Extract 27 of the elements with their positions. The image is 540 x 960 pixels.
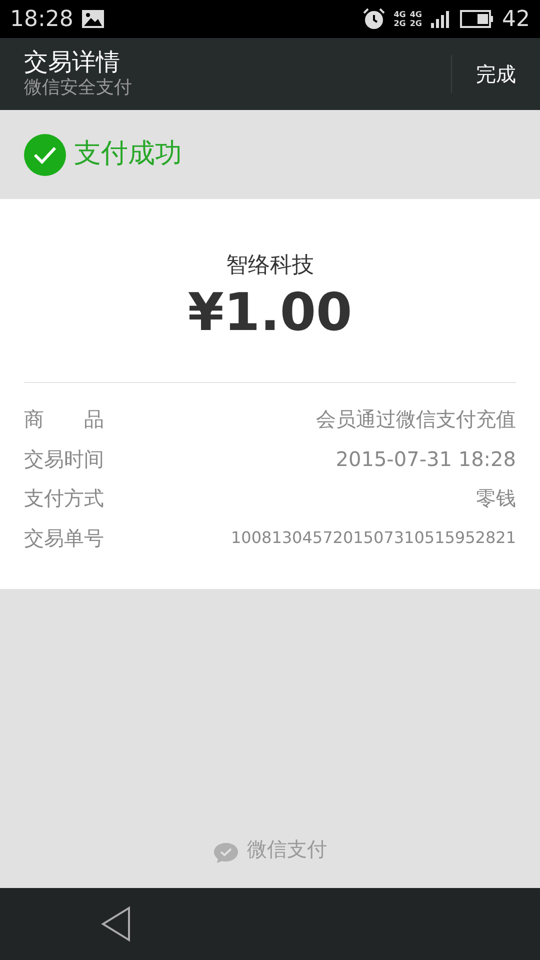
detail-value: 2015-07-31 18:28 bbox=[336, 446, 516, 473]
page-subtitle: 微信安全支付 bbox=[24, 76, 132, 100]
battery-icon bbox=[460, 9, 494, 29]
footer-brand: 微信支付 bbox=[247, 836, 327, 863]
network-label: 4G bbox=[410, 10, 422, 19]
back-icon[interactable] bbox=[100, 906, 132, 942]
detail-label: 商 品 bbox=[24, 406, 104, 434]
detail-value: 会员通过微信支付充值 bbox=[316, 406, 516, 434]
detail-label: 交易时间 bbox=[24, 446, 104, 473]
network-label: 4G bbox=[394, 10, 406, 19]
network-label: 2G bbox=[394, 19, 406, 28]
detail-value: 1008130457201507310515952821 bbox=[230, 526, 516, 549]
image-icon bbox=[81, 9, 106, 29]
result-status: 支付成功 bbox=[74, 137, 182, 172]
clock-time: 18:28 bbox=[10, 6, 74, 34]
detail-label: 交易单号 bbox=[24, 524, 104, 552]
detail-label: 支付方式 bbox=[24, 485, 104, 512]
detail-value: 零钱 bbox=[476, 485, 516, 512]
payment-amount: ¥1.00 bbox=[186, 282, 354, 344]
done-button[interactable]: 完成 bbox=[451, 55, 540, 93]
page-title: 交易详情 bbox=[24, 48, 121, 76]
merchant-name: 智络科技 bbox=[225, 252, 315, 280]
alarm-clock-icon bbox=[362, 7, 386, 31]
network-label: 2G bbox=[410, 19, 422, 28]
signal-icon bbox=[430, 9, 452, 29]
battery-percentage: 42 bbox=[502, 6, 530, 34]
chat-bubble-icon bbox=[213, 842, 239, 864]
